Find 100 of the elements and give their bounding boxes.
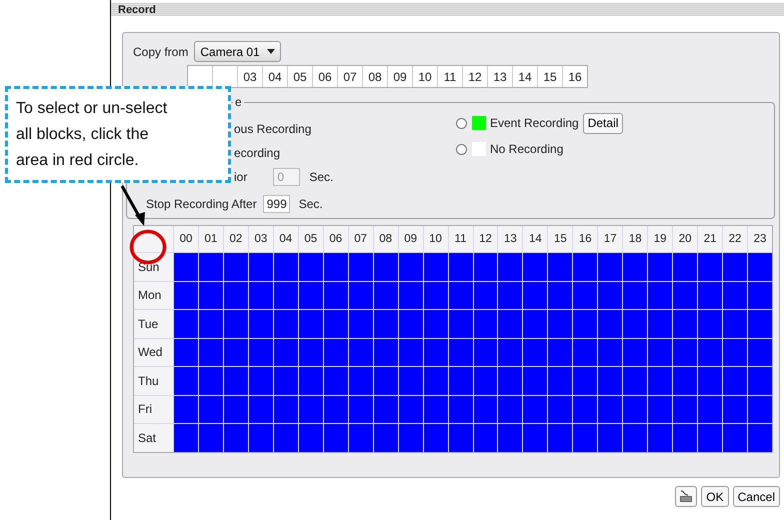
schedule-block[interactable] xyxy=(598,367,622,394)
hour-header[interactable]: 14 xyxy=(523,226,548,252)
day-header[interactable]: Fri xyxy=(134,396,173,423)
schedule-block[interactable] xyxy=(474,310,498,338)
schedule-block[interactable] xyxy=(673,282,698,309)
schedule-block[interactable] xyxy=(598,310,622,338)
schedule-block[interactable] xyxy=(224,338,248,366)
hour-header[interactable]: 04 xyxy=(274,226,298,252)
schedule-block[interactable] xyxy=(424,310,448,338)
schedule-block[interactable] xyxy=(248,396,273,423)
schedule-block[interactable] xyxy=(198,253,223,280)
schedule-block[interactable] xyxy=(723,367,748,394)
camera-number[interactable]: 08 xyxy=(363,66,388,87)
schedule-block[interactable] xyxy=(398,310,423,338)
schedule-block[interactable] xyxy=(698,338,722,366)
schedule-block[interactable] xyxy=(224,282,248,309)
schedule-block[interactable] xyxy=(298,310,323,338)
detail-button[interactable]: Detail xyxy=(582,112,624,134)
hour-header[interactable]: 06 xyxy=(324,226,348,252)
schedule-block[interactable] xyxy=(424,253,448,280)
schedule-block[interactable] xyxy=(523,367,548,394)
schedule-block[interactable] xyxy=(448,253,472,280)
schedule-block[interactable] xyxy=(274,310,298,338)
schedule-block[interactable] xyxy=(623,367,648,394)
schedule-block[interactable] xyxy=(274,253,298,280)
schedule-block[interactable] xyxy=(198,424,223,452)
schedule-block[interactable] xyxy=(598,253,622,280)
camera-number[interactable]: 14 xyxy=(513,66,538,87)
schedule-block[interactable] xyxy=(324,310,348,338)
hour-header[interactable]: 03 xyxy=(248,226,273,252)
camera-dropdown[interactable]: Camera 01 xyxy=(194,41,281,62)
schedule-block[interactable] xyxy=(298,367,323,394)
hour-header[interactable]: 08 xyxy=(374,226,398,252)
camera-number[interactable]: 04 xyxy=(263,66,288,87)
schedule-block[interactable] xyxy=(498,396,522,423)
schedule-block[interactable] xyxy=(548,310,572,338)
hour-header[interactable]: 10 xyxy=(424,226,448,252)
schedule-block[interactable] xyxy=(324,396,348,423)
schedule-block[interactable] xyxy=(474,253,498,280)
camera-number[interactable]: 15 xyxy=(538,66,563,87)
schedule-block[interactable] xyxy=(573,396,598,423)
schedule-block[interactable] xyxy=(348,253,373,280)
hour-header[interactable]: 19 xyxy=(648,226,672,252)
schedule-block[interactable] xyxy=(424,396,448,423)
schedule-block[interactable] xyxy=(324,282,348,309)
schedule-block[interactable] xyxy=(723,310,748,338)
schedule-block[interactable] xyxy=(324,424,348,452)
schedule-block[interactable] xyxy=(224,424,248,452)
schedule-block[interactable] xyxy=(723,396,748,423)
schedule-block[interactable] xyxy=(673,424,698,452)
schedule-block[interactable] xyxy=(398,338,423,366)
schedule-block[interactable] xyxy=(198,396,223,423)
schedule-block[interactable] xyxy=(723,424,748,452)
schedule-block[interactable] xyxy=(673,367,698,394)
schedule-block[interactable] xyxy=(598,396,622,423)
schedule-block[interactable] xyxy=(598,338,622,366)
schedule-block[interactable] xyxy=(623,253,648,280)
schedule-block[interactable] xyxy=(398,367,423,394)
schedule-block[interactable] xyxy=(348,310,373,338)
schedule-block[interactable] xyxy=(248,338,273,366)
schedule-block[interactable] xyxy=(623,338,648,366)
schedule-block[interactable] xyxy=(424,424,448,452)
hour-header[interactable]: 05 xyxy=(298,226,323,252)
schedule-block[interactable] xyxy=(374,310,398,338)
schedule-block[interactable] xyxy=(324,338,348,366)
schedule-block[interactable] xyxy=(348,282,373,309)
schedule-block[interactable] xyxy=(274,396,298,423)
hour-header[interactable]: 22 xyxy=(723,226,748,252)
schedule-block[interactable] xyxy=(448,282,472,309)
radio-button[interactable] xyxy=(456,144,467,154)
schedule-block[interactable] xyxy=(224,367,248,394)
hour-header[interactable]: 20 xyxy=(673,226,698,252)
camera-number[interactable]: 12 xyxy=(463,66,488,87)
schedule-block[interactable] xyxy=(398,396,423,423)
schedule-block[interactable] xyxy=(698,310,722,338)
schedule-block[interactable] xyxy=(698,396,722,423)
schedule-block[interactable] xyxy=(623,396,648,423)
schedule-block[interactable] xyxy=(374,367,398,394)
hour-header[interactable]: 11 xyxy=(448,226,472,252)
camera-number[interactable]: 06 xyxy=(313,66,338,87)
dialog-button[interactable]: OK xyxy=(701,486,729,507)
hour-header[interactable]: 15 xyxy=(548,226,572,252)
schedule-block[interactable] xyxy=(374,424,398,452)
schedule-block[interactable] xyxy=(648,396,672,423)
schedule-block[interactable] xyxy=(623,310,648,338)
radio-button[interactable] xyxy=(456,118,467,128)
schedule-block[interactable] xyxy=(424,282,448,309)
schedule-block[interactable] xyxy=(324,367,348,394)
schedule-block[interactable] xyxy=(474,282,498,309)
schedule-block[interactable] xyxy=(498,367,522,394)
schedule-block[interactable] xyxy=(698,424,722,452)
schedule-block[interactable] xyxy=(498,282,522,309)
camera-number[interactable]: 09 xyxy=(388,66,413,87)
schedule-block[interactable] xyxy=(424,338,448,366)
hour-header[interactable]: 23 xyxy=(748,226,772,252)
schedule-block[interactable] xyxy=(673,253,698,280)
stop-seconds-field[interactable]: 999 xyxy=(262,195,290,213)
schedule-block[interactable] xyxy=(573,282,598,309)
schedule-block[interactable] xyxy=(598,424,622,452)
day-header[interactable]: Sat xyxy=(134,424,173,452)
